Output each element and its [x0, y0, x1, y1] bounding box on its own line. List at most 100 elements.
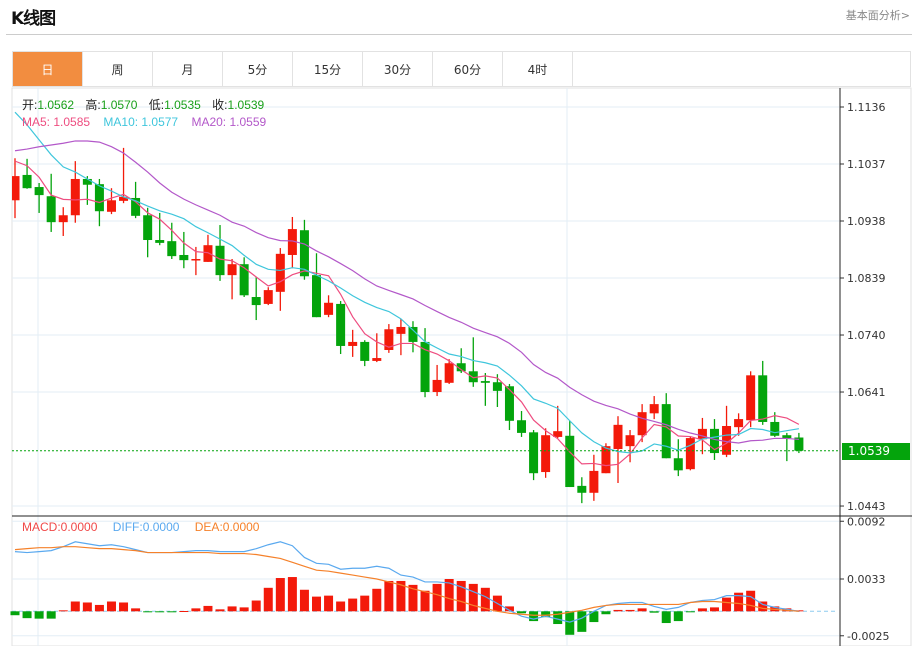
candle	[517, 411, 527, 437]
macd-bar	[179, 611, 189, 613]
candle-body	[444, 363, 454, 383]
candle-body	[263, 290, 273, 304]
candle	[541, 428, 551, 478]
candle-body	[541, 435, 551, 473]
macd-bar	[215, 609, 225, 612]
macd-bar	[239, 607, 249, 612]
candle	[384, 324, 394, 353]
price-pane	[12, 111, 804, 504]
macd-bar	[324, 595, 334, 612]
candle-body	[251, 297, 261, 306]
candle-body	[372, 358, 382, 361]
candle-body	[661, 404, 671, 459]
candle-body	[239, 264, 249, 296]
macd-bar	[299, 589, 309, 612]
candle-body	[106, 200, 116, 212]
candle-body	[746, 375, 756, 421]
candle	[251, 276, 261, 321]
candle-body	[432, 379, 442, 393]
high-value: 1.0570	[100, 98, 138, 112]
candle-body	[58, 215, 68, 223]
ma10-legend: MA10: 1.0577	[103, 115, 179, 129]
macd-bar	[70, 601, 80, 612]
macd-bar	[312, 596, 321, 612]
price-tick-label: 1.1037	[847, 158, 886, 171]
macd-bar	[22, 611, 32, 619]
candle-body	[589, 470, 599, 493]
candle-body	[673, 458, 683, 471]
candle-body	[46, 196, 56, 223]
macd-bar	[191, 608, 201, 612]
candle-body	[143, 215, 153, 241]
current-price-tag: 1.0539	[842, 443, 910, 460]
candle-body	[94, 184, 104, 212]
close-value: 1.0539	[227, 98, 265, 112]
macd-bar	[601, 611, 611, 615]
candle-body	[734, 419, 744, 428]
candle-body	[480, 381, 490, 383]
candle	[492, 374, 502, 407]
candle-body	[167, 241, 177, 257]
price-tick-label: 1.0641	[847, 386, 886, 399]
candle-body	[215, 245, 225, 276]
candle-body	[82, 178, 92, 185]
low-value: 1.0535	[164, 98, 201, 112]
macd-bar	[565, 611, 575, 635]
candle-body	[191, 259, 201, 261]
macd-bar	[263, 587, 273, 612]
macd-bar	[613, 609, 623, 612]
low-label: 低:	[148, 98, 165, 112]
macd-bar	[94, 604, 104, 612]
macd-tick-label: 0.0033	[847, 573, 886, 586]
candle-body	[637, 412, 647, 436]
ohlc-info: 开:1.0562 高:1.0570 低:1.0535 收:1.0539	[22, 96, 272, 113]
price-tick-label: 1.0443	[847, 500, 886, 513]
macd-bar	[685, 611, 695, 613]
ma20-line	[14, 140, 799, 444]
macd-bar	[432, 583, 442, 612]
dea-legend-value: DEA:0.0000	[194, 520, 260, 534]
candle	[529, 430, 539, 481]
candle	[577, 477, 587, 504]
macd-bar	[468, 583, 478, 612]
candle	[685, 436, 695, 471]
macd-bar	[649, 611, 659, 613]
candle	[22, 158, 32, 189]
candle	[649, 396, 659, 420]
candle	[348, 329, 358, 357]
candle	[227, 259, 237, 300]
candle-body	[601, 446, 611, 474]
macd-bar	[82, 602, 92, 612]
candle	[408, 321, 418, 353]
price-tick-label: 1.0740	[847, 329, 886, 342]
macd-tick-label: -0.0025	[847, 630, 889, 643]
candle-body	[360, 341, 370, 361]
macd-bar	[722, 597, 732, 612]
diff-legend-value: DIFF:0.0000	[112, 520, 180, 534]
macd-bar	[58, 610, 68, 612]
macd-bar	[336, 601, 346, 612]
candle	[794, 432, 804, 454]
candle-body	[565, 435, 575, 488]
candle-body	[697, 428, 707, 440]
candle	[312, 253, 321, 318]
candle-body	[396, 326, 406, 334]
candle	[468, 337, 478, 387]
candle-body	[758, 375, 768, 422]
macd-bar	[34, 611, 44, 619]
candle-body	[348, 341, 358, 346]
high-label: 高:	[85, 98, 101, 112]
candle-body	[492, 382, 502, 391]
macd-bar	[372, 588, 382, 612]
close-label: 收:	[212, 98, 228, 112]
macd-bar	[143, 611, 153, 613]
candle-body	[770, 421, 780, 436]
candle-body	[517, 420, 527, 433]
candle	[673, 439, 683, 477]
macd-bar	[287, 577, 297, 612]
candle	[215, 225, 225, 281]
macd-bar	[167, 611, 177, 613]
ma-legend: MA5: 1.0585 MA10: 1.0577 MA20: 1.0559	[22, 115, 276, 129]
macd-bar	[46, 611, 56, 619]
candle-body	[34, 187, 44, 196]
